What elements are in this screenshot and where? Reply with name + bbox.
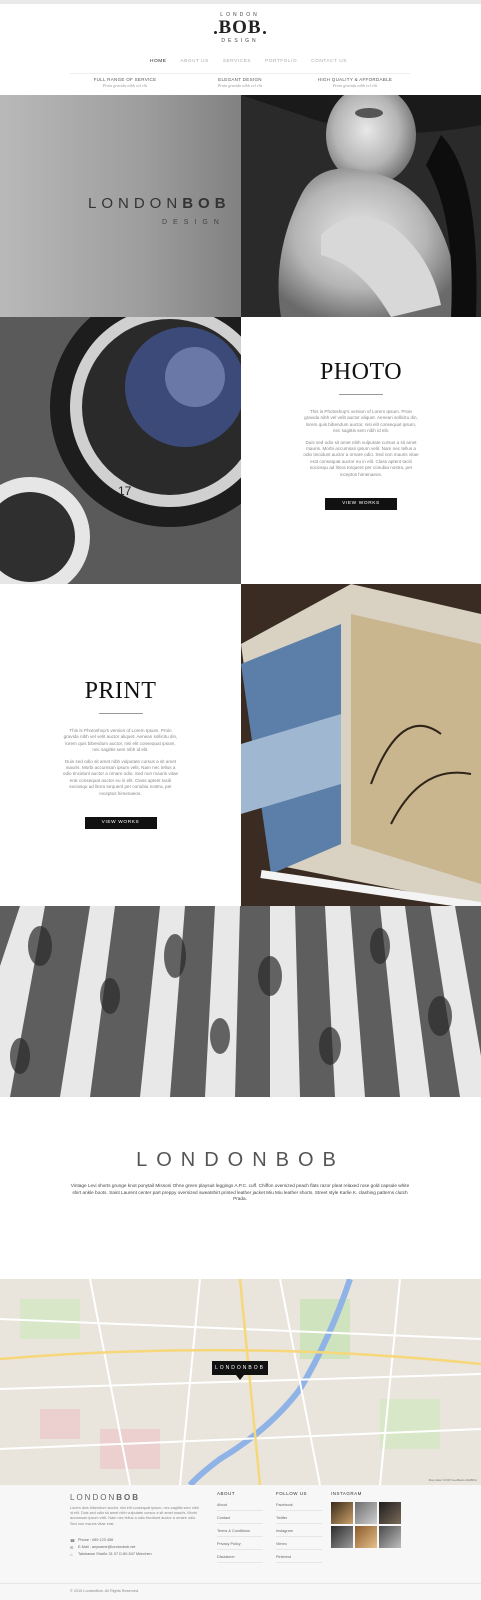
photo-divider	[339, 394, 383, 395]
footer-contact-info: ☎ Phone : 089 123 456 ✉ E-Mail : anyname@l…	[70, 1537, 210, 1558]
footer-link-about[interactable]: About	[217, 1502, 263, 1511]
photo-text-2: Duis sed odio sit amet nibh vulputate cu…	[303, 439, 419, 477]
mail-icon: ✉	[70, 1545, 74, 1550]
map-marker-pointer	[236, 1375, 244, 1380]
svg-text:17: 17	[118, 484, 132, 498]
map-attribution: Map data ©2015 GeoBasis-DE/BKG	[428, 1478, 477, 1482]
print-title: PRINT	[84, 678, 157, 704]
photo-text-1: This is Photoshop's version of Lorem Ips…	[304, 409, 418, 434]
nav-divider	[70, 73, 410, 74]
main-nav: HOME ABOUT US SERVICES PORTFOLIO CONTACT…	[150, 59, 347, 64]
camera-lens-illustration: 17	[0, 317, 241, 584]
footer-email[interactable]: ✉ E-Mail : anyname@londonbob.net	[70, 1544, 210, 1551]
map-location-marker[interactable]: LONDONBOB	[212, 1361, 268, 1375]
instagram-photo[interactable]	[379, 1526, 401, 1548]
footer-link-vimeo[interactable]: Vimeo	[276, 1541, 322, 1550]
feature-item: FULL RANGE OF SERVICE Proin gravida nibh…	[70, 77, 180, 88]
feature-title: HIGH QUALITY & AFFORDABLE	[317, 77, 393, 82]
logo-bottom-text: DESIGN	[221, 38, 259, 44]
location-map[interactable]	[0, 1279, 481, 1485]
footer-follow-title: FOLLOW US	[276, 1491, 308, 1496]
photo-title: PHOTO	[319, 359, 403, 385]
footer-phone-text: Phone : 089 123 456	[78, 1538, 114, 1542]
photo-view-works-button[interactable]: VIEW WORKS	[325, 498, 397, 511]
copyright-bar: © 2015 LondonBob. All Rights Reserved.	[0, 1583, 481, 1600]
magazine-illustration	[241, 584, 481, 906]
copyright-text: © 2015 LondonBob. All Rights Reserved.	[70, 1589, 140, 1593]
hero-brand-bold: BOB	[182, 195, 231, 212]
nav-about-us[interactable]: ABOUT US	[180, 59, 208, 64]
nav-contact-us[interactable]: CONTACT US	[311, 59, 347, 64]
nav-home[interactable]: HOME	[150, 59, 166, 64]
footer-address: ⌂ Talstrasse Straße 31 07 D-80-547 Münche…	[70, 1551, 210, 1558]
feature-title: ELEGANT DESIGN	[218, 77, 262, 82]
footer-brand-bold: BOB	[116, 1493, 141, 1502]
print-panel: PRINT This is Photoshop's version of Lor…	[0, 584, 241, 906]
hero-banner: LONDONBOB DESIGN	[0, 95, 481, 317]
logo-dot-left	[214, 31, 217, 34]
logo-dot-right	[263, 31, 266, 34]
hero-model-image	[241, 95, 481, 317]
instagram-photo[interactable]	[331, 1502, 353, 1524]
feature-strip: FULL RANGE OF SERVICE Proin gravida nibh…	[70, 77, 410, 88]
nav-portfolio[interactable]: PORTFOLIO	[265, 59, 297, 64]
brand-section-text: Vintage Levi shorts grunge knot ponytail…	[70, 1183, 410, 1201]
brand-section-title: LONDONBOB	[136, 1149, 345, 1171]
feature-item: ELEGANT DESIGN Proin gravida nibh vel el…	[185, 77, 295, 88]
logo[interactable]: LONDON BOB DESIGN	[200, 12, 280, 54]
footer-link-terms[interactable]: Terms & Conditions	[217, 1528, 263, 1537]
hero-brand-title: LONDONBOB	[88, 195, 231, 212]
footer-phone: ☎ Phone : 089 123 456	[70, 1537, 210, 1544]
instagram-photo[interactable]	[355, 1502, 377, 1524]
footer-link-disclaimer[interactable]: Disclaimer	[217, 1554, 263, 1563]
feature-title: FULL RANGE OF SERVICE	[93, 77, 157, 82]
magazine-image	[241, 584, 481, 906]
crosswalk-illustration	[0, 906, 481, 1097]
footer-link-twitter[interactable]: Twitter	[276, 1515, 322, 1524]
hero-brand-light: LONDON	[88, 195, 183, 212]
footer-link-facebook[interactable]: Facebook	[276, 1502, 322, 1511]
nav-services[interactable]: SERVICES	[223, 59, 251, 64]
location-icon: ⌂	[70, 1552, 73, 1557]
footer-email-text: E-Mail : anyname@londonbob.net	[78, 1545, 136, 1549]
photo-panel: PHOTO This is Photoshop's version of Lor…	[241, 317, 481, 584]
instagram-photo[interactable]	[379, 1502, 401, 1524]
feature-item: HIGH QUALITY & AFFORDABLE Proin gravida …	[300, 77, 410, 88]
about-brand-section: LONDONBOB Vintage Levi shorts grunge kno…	[0, 1097, 481, 1279]
footer-instagram-column: INSTAGRAM	[331, 1491, 401, 1548]
phone-icon: ☎	[70, 1538, 75, 1543]
crosswalk-image	[0, 906, 481, 1097]
print-divider	[98, 713, 143, 714]
instagram-photo[interactable]	[331, 1526, 353, 1548]
feature-subtitle: Proin gravida nibh vel elit	[332, 83, 378, 88]
camera-lens-image: 17	[0, 317, 241, 584]
site-footer: LONDONBOB Lorem duis bibendum auctor, ni…	[0, 1485, 481, 1583]
footer-link-instagram[interactable]: Instagram	[276, 1528, 322, 1537]
map-illustration	[0, 1279, 481, 1485]
print-text-2: Duis sed odio sit amet nibh vulputate cu…	[62, 758, 179, 796]
feature-subtitle: Proin gravida nibh vel elit	[102, 83, 148, 88]
feature-subtitle: Proin gravida nibh vel elit	[217, 83, 263, 88]
footer-address-text: Talstrasse Straße 31 07 D-80-547 München	[78, 1552, 152, 1556]
footer-follow-column: FOLLOW US Facebook Twitter Instagram Vim…	[276, 1491, 322, 1567]
hero-brand-subtitle: DESIGN	[162, 219, 225, 226]
footer-instagram-title: INSTAGRAM	[331, 1491, 362, 1496]
footer-about-column: ABOUT About Contact Terms & Conditions P…	[217, 1491, 263, 1567]
print-text-1: This is Photoshop's version of Lorem Ips…	[63, 728, 178, 753]
instagram-photo[interactable]	[355, 1526, 377, 1548]
footer-about-text: Lorem duis bibendum auctor, nisi elit co…	[70, 1506, 199, 1526]
footer-link-pinterest[interactable]: Pinterest	[276, 1554, 322, 1563]
footer-about-title: ABOUT	[217, 1491, 236, 1496]
print-view-works-button[interactable]: VIEW WORKS	[84, 817, 157, 830]
logo-main-text: BOB	[218, 17, 262, 38]
footer-brand: LONDONBOB	[70, 1493, 140, 1502]
site-header: LONDON BOB DESIGN HOME ABOUT US SERVICES…	[0, 0, 481, 95]
footer-brand-light: LONDON	[70, 1493, 117, 1502]
footer-link-privacy[interactable]: Privacy Policy	[217, 1541, 263, 1550]
instagram-grid	[331, 1502, 401, 1548]
footer-link-contact[interactable]: Contact	[217, 1515, 263, 1524]
